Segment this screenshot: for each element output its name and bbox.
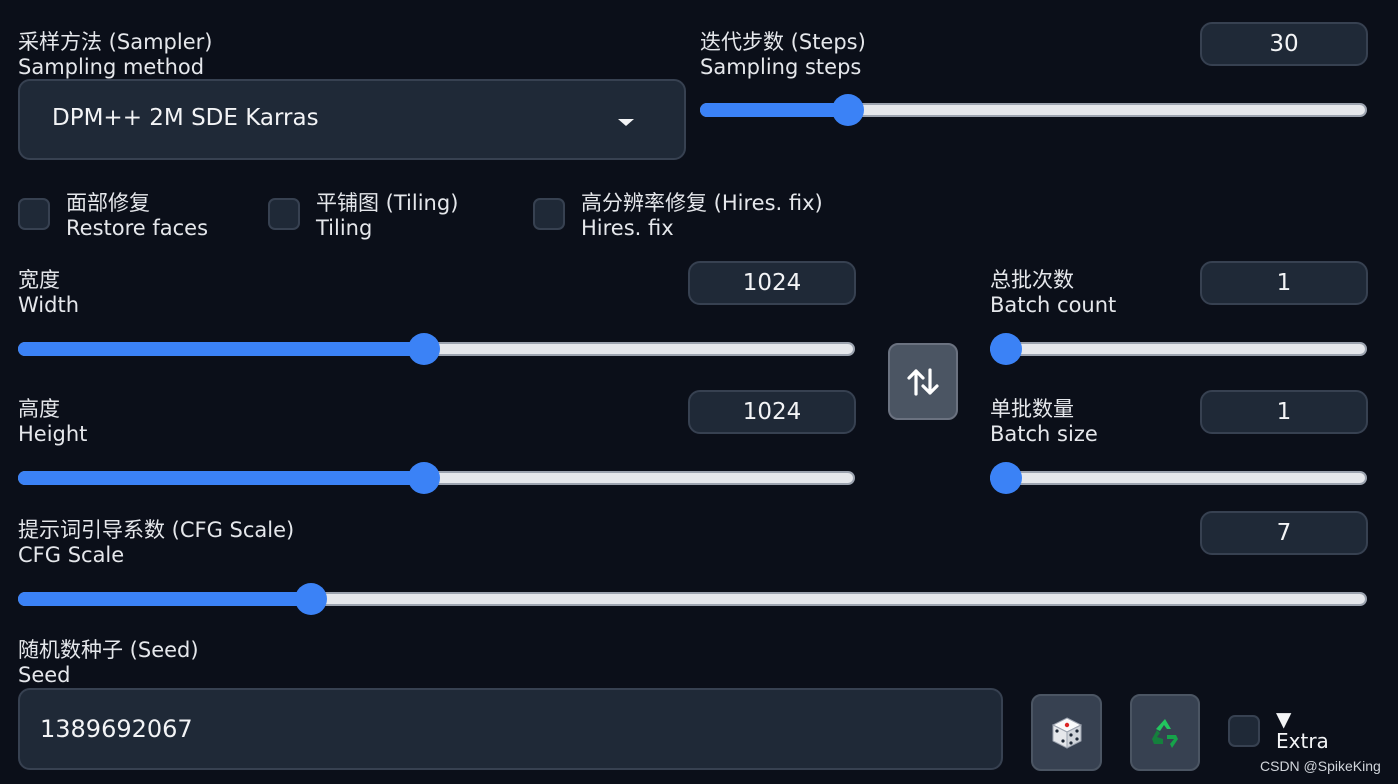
seed-label: 随机数种子 (Seed) Seed xyxy=(18,638,199,688)
slider-thumb[interactable] xyxy=(408,462,441,494)
batch-size-slider[interactable] xyxy=(990,460,1367,496)
tiling-label-en: Tiling xyxy=(316,216,373,240)
swap-dimensions-button[interactable] xyxy=(888,343,958,420)
sampler-dropdown[interactable]: DPM++ 2M SDE Karras xyxy=(18,79,686,160)
steps-number-input[interactable]: 30 xyxy=(1200,22,1368,66)
chevron-down-icon xyxy=(618,119,634,126)
cfg-label: 提示词引导系数 (CFG Scale) CFG Scale xyxy=(18,518,294,568)
slider-fill xyxy=(18,342,425,356)
width-label-en: Width xyxy=(18,293,80,317)
slider-thumb[interactable] xyxy=(990,333,1022,365)
width-slider[interactable] xyxy=(18,331,855,367)
cfg-number-input[interactable]: 7 xyxy=(1200,511,1368,555)
cfg-label-en: CFG Scale xyxy=(18,543,125,567)
recycle-icon xyxy=(1152,718,1178,748)
watermark: CSDN @SpikeKing xyxy=(1260,758,1381,774)
hires-fix-checkbox[interactable] xyxy=(533,198,565,230)
txt2img-settings-panel: 采样方法 (Sampler) Sampling method DPM++ 2M … xyxy=(0,0,1398,784)
restore-faces-label-cn: 面部修复 xyxy=(66,191,150,215)
slider-track xyxy=(990,342,1367,356)
triangle-down-icon: ▼ xyxy=(1276,707,1292,731)
seed-label-cn: 随机数种子 (Seed) xyxy=(18,638,199,662)
batch-count-number-input[interactable]: 1 xyxy=(1200,261,1368,305)
seed-label-en: Seed xyxy=(18,663,71,687)
hires-fix-label-en: Hires. fix xyxy=(581,216,674,240)
slider-thumb[interactable] xyxy=(990,462,1022,494)
restore-faces-label-en: Restore faces xyxy=(66,216,209,240)
reuse-seed-button[interactable] xyxy=(1130,694,1200,771)
height-slider[interactable] xyxy=(18,460,855,496)
width-label: 宽度 Width xyxy=(18,268,79,318)
slider-fill xyxy=(700,103,849,117)
tiling-checkbox[interactable] xyxy=(268,198,300,230)
tiling-label-cn: 平铺图 (Tiling) xyxy=(316,191,459,215)
extra-checkbox[interactable] xyxy=(1228,715,1260,747)
batch-size-label-cn: 单批数量 xyxy=(990,397,1074,421)
hires-fix-label-cn: 高分辨率修复 (Hires. fix) xyxy=(581,191,823,215)
batch-size-number-input[interactable]: 1 xyxy=(1200,390,1368,434)
tiling-label: 平铺图 (Tiling) Tiling xyxy=(316,191,458,241)
steps-label-en: Sampling steps xyxy=(700,55,862,79)
seed-input[interactable]: 1389692067 xyxy=(18,688,1003,770)
sampler-value: DPM++ 2M SDE Karras xyxy=(52,105,319,131)
width-label-cn: 宽度 xyxy=(18,268,60,292)
sampler-label-cn: 采样方法 (Sampler) xyxy=(18,30,213,54)
slider-fill xyxy=(18,592,311,606)
height-label-en: Height xyxy=(18,422,88,446)
sampler-label-en: Sampling method xyxy=(18,55,205,79)
extra-label: Extra xyxy=(1276,729,1329,753)
hires-fix-label: 高分辨率修复 (Hires. fix) Hires. fix xyxy=(581,191,823,241)
restore-faces-label: 面部修复 Restore faces xyxy=(66,191,208,241)
dice-icon xyxy=(1051,716,1082,749)
cfg-slider[interactable] xyxy=(18,581,1367,617)
height-label-cn: 高度 xyxy=(18,397,60,421)
batch-count-label-en: Batch count xyxy=(990,293,1117,317)
sampler-label: 采样方法 (Sampler) Sampling method xyxy=(18,30,212,80)
batch-count-label-cn: 总批次数 xyxy=(990,268,1074,292)
slider-thumb[interactable] xyxy=(294,583,327,615)
swap-vertical-arrows-icon xyxy=(907,367,939,396)
random-seed-button[interactable] xyxy=(1031,694,1102,771)
height-label: 高度 Height xyxy=(18,397,87,447)
restore-faces-checkbox[interactable] xyxy=(18,198,50,230)
height-number-input[interactable]: 1024 xyxy=(688,390,856,434)
steps-slider[interactable] xyxy=(700,92,1367,128)
steps-label: 迭代步数 (Steps) Sampling steps xyxy=(700,30,866,80)
extra-toggle[interactable]: ▼ Extra xyxy=(1276,708,1329,752)
batch-size-label: 单批数量 Batch size xyxy=(990,397,1098,447)
slider-thumb[interactable] xyxy=(408,333,441,365)
slider-fill xyxy=(18,471,425,485)
batch-count-label: 总批次数 Batch count xyxy=(990,268,1116,318)
slider-track xyxy=(990,471,1367,485)
batch-count-slider[interactable] xyxy=(990,331,1367,367)
width-number-input[interactable]: 1024 xyxy=(688,261,856,305)
cfg-label-cn: 提示词引导系数 (CFG Scale) xyxy=(18,518,295,542)
batch-size-label-en: Batch size xyxy=(990,422,1098,446)
slider-thumb[interactable] xyxy=(832,94,865,126)
steps-label-cn: 迭代步数 (Steps) xyxy=(700,30,866,54)
